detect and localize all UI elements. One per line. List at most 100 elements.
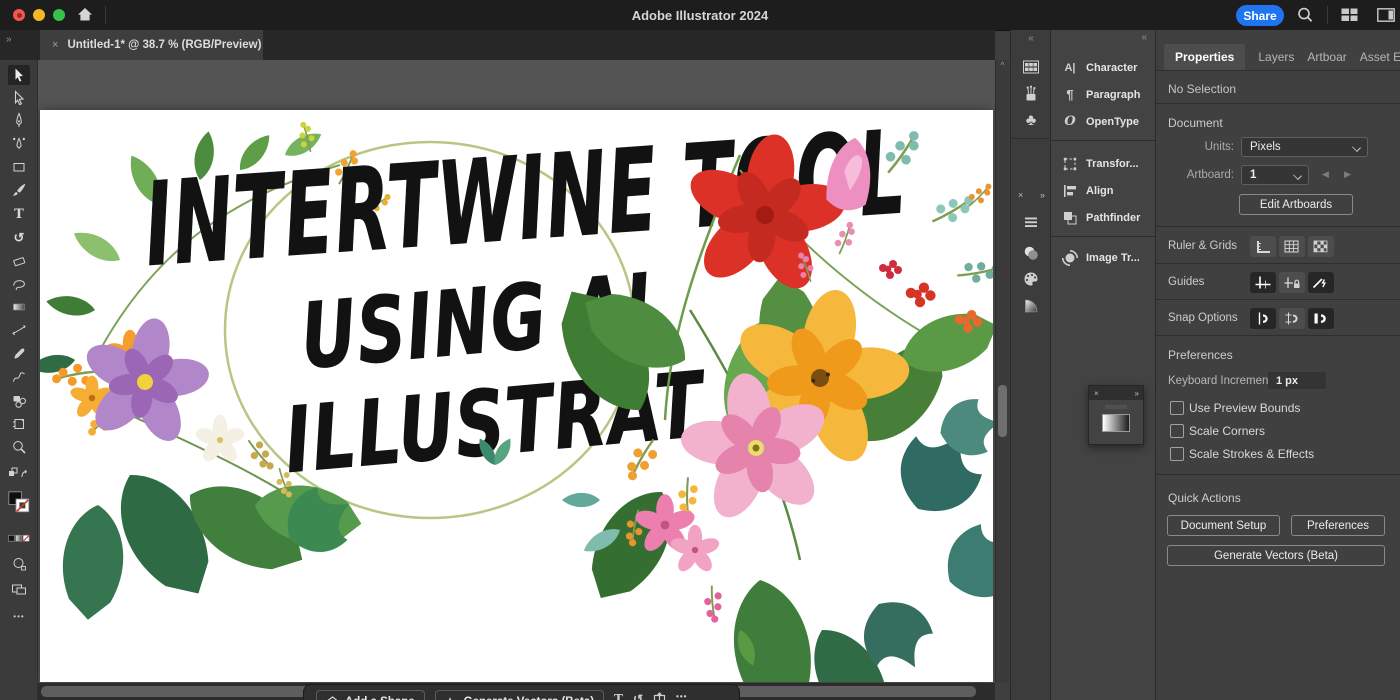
scale-corners-label: Scale Corners [1189, 424, 1265, 438]
gradient-panel-icon[interactable] [1011, 295, 1051, 317]
previous-artboard-icon[interactable]: ◀ [1322, 170, 1329, 179]
collapse-dock-icon[interactable]: « [1141, 33, 1147, 43]
panel-button-character[interactable]: A| Character [1051, 54, 1156, 81]
tool-curvature[interactable] [8, 134, 30, 154]
tool-type[interactable]: T [8, 204, 30, 224]
tool-width[interactable] [8, 320, 30, 340]
panel-button-image-trace[interactable]: Image Tr... [1051, 244, 1156, 271]
swatches-panel-icon[interactable] [1011, 56, 1051, 78]
share-button[interactable]: Share [1236, 5, 1284, 26]
scroll-up-icon[interactable]: ^ [996, 61, 1009, 70]
tool-rotate[interactable]: ↺ [8, 227, 30, 247]
toolbar-expand-icon[interactable]: » [6, 34, 11, 45]
snap-options-label: Snap Options [1168, 312, 1238, 324]
scale-strokes-effects-label: Scale Strokes & Effects [1189, 447, 1314, 461]
drawing-modes-icon[interactable] [8, 554, 30, 574]
tool-artboard[interactable] [8, 414, 30, 434]
workspace-switcher-icon[interactable] [1341, 8, 1358, 27]
scale-corners-checkbox[interactable] [1170, 424, 1184, 438]
expand-panel-icon[interactable]: » [1040, 190, 1044, 200]
tool-lasso[interactable] [8, 274, 30, 294]
artboard[interactable]: INTERTWINE TOOL USING AI ILLUSTRAT [40, 110, 993, 682]
preferences-button[interactable]: Preferences [1291, 515, 1385, 536]
floating-panel-close-icon[interactable]: × [1094, 389, 1099, 398]
type-options-icon[interactable]: T [614, 692, 623, 700]
panel-button-pathfinder[interactable]: Pathfinder [1051, 204, 1156, 231]
default-fill-stroke-and-swap-icons[interactable] [8, 466, 30, 480]
minimize-window-button[interactable] [33, 9, 45, 21]
brushes-panel-icon[interactable] [1011, 82, 1051, 104]
document-setup-button[interactable]: Document Setup [1167, 515, 1280, 536]
show-transparency-grid-button[interactable] [1308, 236, 1334, 257]
screen-mode-icon[interactable] [8, 579, 30, 599]
section-divider [1156, 474, 1400, 475]
close-window-button[interactable] [13, 9, 25, 21]
add-shape-button[interactable]: Add a Shape [316, 690, 425, 700]
vertical-scrollbar[interactable]: ^ [995, 60, 1009, 683]
export-icon[interactable] [653, 692, 666, 700]
zoom-window-button[interactable] [53, 9, 65, 21]
color-panel-icon[interactable] [1011, 242, 1051, 264]
tab-layers[interactable]: Layers [1258, 50, 1294, 64]
chevron-down-icon [1293, 171, 1302, 180]
tool-rectangle[interactable] [8, 157, 30, 177]
show-guides-button[interactable] [1250, 272, 1276, 293]
tool-eraser[interactable] [8, 251, 30, 271]
chevron-down-icon [1352, 143, 1361, 152]
tool-gradient[interactable] [8, 297, 30, 317]
edit-artboards-button[interactable]: Edit Artboards [1239, 194, 1353, 215]
symbols-panel-icon[interactable]: ♣ [1011, 110, 1051, 132]
fill-stroke-indicator[interactable] [8, 488, 30, 516]
unsaved-dot-icon [17, 13, 22, 18]
tool-eyedropper[interactable] [8, 344, 30, 364]
canvas-pasteboard[interactable]: INTERTWINE TOOL USING AI ILLUSTRAT [38, 60, 995, 683]
collapse-panels-icon[interactable]: « [1011, 32, 1051, 46]
panel-layout-icon[interactable] [1377, 8, 1395, 27]
use-preview-bounds-checkbox[interactable] [1170, 401, 1184, 415]
tab-artboard[interactable]: Artboar [1307, 50, 1346, 64]
scale-strokes-effects-checkbox[interactable] [1170, 447, 1184, 461]
panel-icon-strip: « ♣ × » [1010, 30, 1050, 700]
opentype-icon: O [1061, 113, 1079, 131]
show-grid-button[interactable] [1279, 236, 1305, 257]
snap-to-pixel-button[interactable] [1308, 308, 1334, 329]
rotate-options-icon[interactable]: ↺ [633, 692, 643, 700]
tab-asset-export[interactable]: Asset E [1360, 50, 1400, 64]
close-panel-icon[interactable]: × [1018, 190, 1023, 200]
generate-vectors-button[interactable]: Generate Vectors (Beta) [435, 690, 604, 700]
next-artboard-icon[interactable]: ▶ [1344, 170, 1351, 179]
gradient-swatch[interactable] [1102, 414, 1130, 432]
tool-shaper[interactable] [8, 367, 30, 387]
panel-button-align[interactable]: Align [1051, 177, 1156, 204]
color-gradient-none-icons[interactable] [8, 533, 30, 543]
generate-vectors-beta-button[interactable]: Generate Vectors (Beta) [1167, 545, 1385, 566]
snap-to-grid-button[interactable] [1279, 308, 1305, 329]
home-icon[interactable] [76, 6, 94, 28]
keyboard-increment-input[interactable]: 1 px [1268, 372, 1326, 389]
smart-guides-button[interactable] [1308, 272, 1334, 293]
tool-selection[interactable] [8, 65, 30, 85]
color-guide-panel-icon[interactable] [1011, 268, 1051, 290]
menu-panel-icon[interactable] [1011, 211, 1051, 233]
tool-direct-selection[interactable] [8, 88, 30, 108]
panel-button-opentype[interactable]: O OpenType [1051, 108, 1156, 135]
search-icon[interactable] [1296, 6, 1314, 29]
tool-pen[interactable] [8, 110, 30, 130]
toolbar-more-icon[interactable]: ••• [8, 606, 30, 626]
floating-panel-expand-icon[interactable]: » [1135, 389, 1138, 398]
tab-properties[interactable]: Properties [1164, 44, 1245, 70]
units-dropdown[interactable]: Pixels [1241, 137, 1368, 157]
tool-symbol-sprayer[interactable] [8, 391, 30, 411]
panel-button-transform[interactable]: Transfor... [1051, 150, 1156, 177]
panel-button-paragraph[interactable]: ¶ Paragraph [1051, 81, 1156, 108]
show-rulers-button[interactable] [1250, 236, 1276, 257]
tool-zoom[interactable] [8, 437, 30, 457]
snap-to-point-button[interactable] [1250, 308, 1276, 329]
taskbar-more-icon[interactable]: ••• [676, 692, 687, 700]
document-tab[interactable]: × Untitled-1* @ 38.7 % (RGB/Preview) [40, 30, 263, 60]
tab-close-icon[interactable]: × [52, 39, 58, 51]
lock-guides-button[interactable] [1279, 272, 1305, 293]
artboard-dropdown[interactable]: 1 [1241, 165, 1309, 185]
vertical-scrollbar-thumb[interactable] [998, 385, 1007, 437]
tool-paintbrush[interactable] [8, 180, 30, 200]
